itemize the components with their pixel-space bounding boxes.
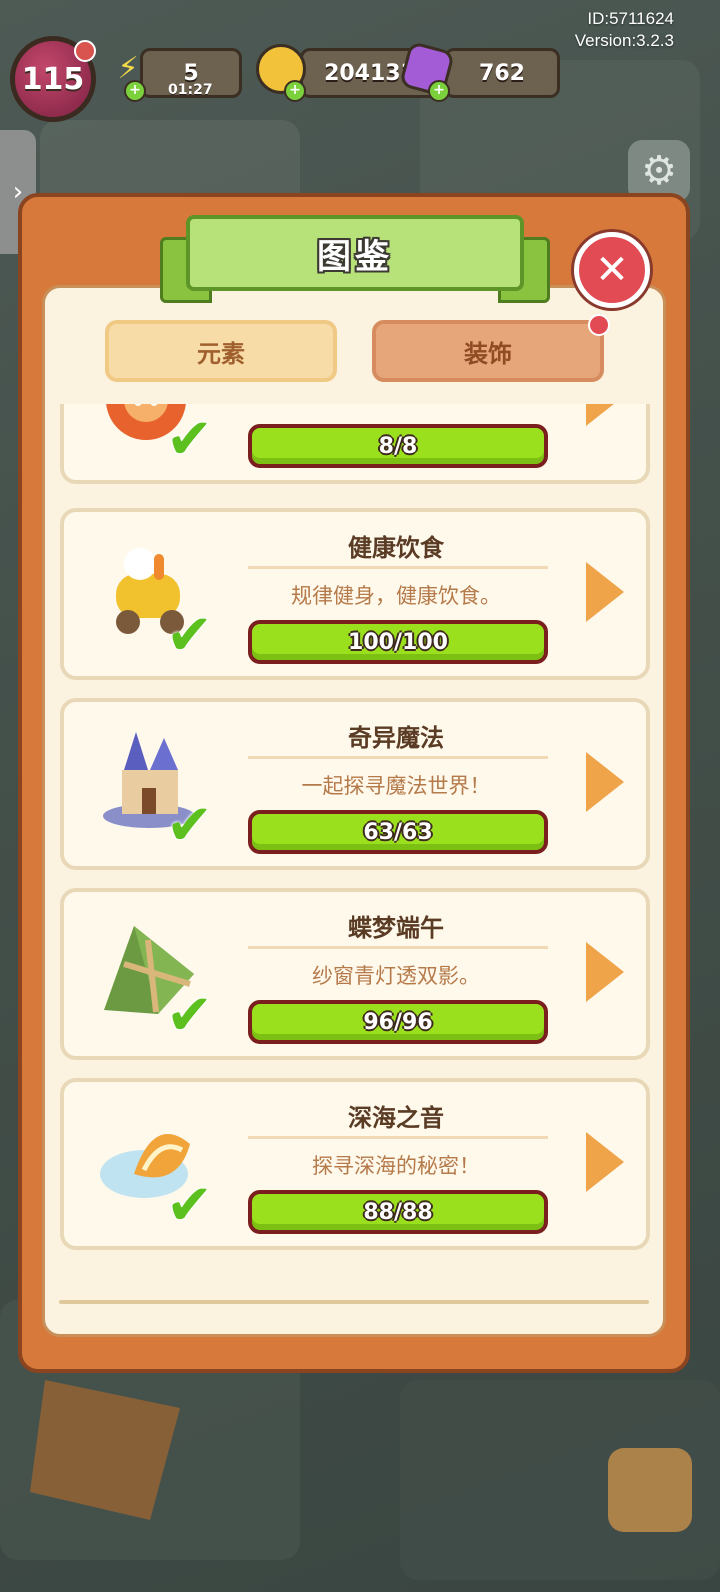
item-title: 深海之音 [348, 1104, 444, 1132]
completed-check-icon: ✔ [166, 793, 213, 858]
progress-bar: 8/8 [248, 424, 548, 468]
arrow-right-icon[interactable] [586, 404, 624, 426]
tab-elements[interactable]: 元素 [105, 320, 337, 382]
gem-counter[interactable]: 762 [444, 48, 560, 98]
energy-timer: 01:27 [168, 82, 213, 98]
arrow-right-icon[interactable] [586, 942, 624, 1002]
close-button[interactable]: ✕ [574, 232, 650, 308]
tab-notification-dot [588, 314, 610, 336]
version-label: Version:3.2.3 [574, 31, 674, 50]
title-banner: 图鉴 [160, 215, 550, 303]
add-coins-icon[interactable]: + [284, 80, 306, 102]
arrow-right-icon[interactable] [586, 562, 624, 622]
add-energy-icon[interactable]: + [124, 80, 146, 102]
progress-text: 100/100 [348, 629, 448, 655]
level-value: 115 [21, 61, 85, 97]
gem-value: 762 [479, 60, 525, 86]
progress-bar: 88/88 [248, 1190, 548, 1234]
tab-elements-label: 元素 [197, 339, 245, 368]
modal-title: 图鉴 [317, 236, 393, 277]
title-divider [248, 756, 548, 759]
progress-bar: 100/100 [248, 620, 548, 664]
tab-decorations-label: 装饰 [464, 339, 512, 368]
notification-dot [74, 40, 96, 62]
completed-check-icon: ✔ [166, 603, 213, 668]
top-hud: 115 5 ⚡ + 01:27 204133 + 762 + ID:571162… [0, 0, 720, 122]
arrow-right-icon[interactable] [586, 752, 624, 812]
list-item[interactable]: ✔ 8/8 [60, 404, 650, 484]
item-title: 健康饮食 [348, 534, 444, 562]
list-item[interactable]: ✔ 蝶梦端午 纱窗青灯透双影。 96/96 [60, 888, 650, 1060]
title-divider [248, 1136, 548, 1139]
title-divider [248, 946, 548, 949]
item-title: 蝶梦端午 [348, 914, 444, 942]
completed-check-icon: ✔ [166, 1173, 213, 1238]
item-description: 探寻深海的秘密！ [312, 1154, 480, 1178]
progress-text: 96/96 [363, 1009, 433, 1035]
item-description: 纱窗青灯透双影。 [312, 964, 480, 988]
completed-check-icon: ✔ [166, 983, 213, 1048]
panel-divider [59, 1300, 649, 1304]
progress-bar: 63/63 [248, 810, 548, 854]
title-divider [248, 566, 548, 569]
player-id: ID:5711624 [587, 9, 674, 28]
completed-check-icon: ✔ [166, 407, 213, 472]
item-description: 一起探寻魔法世界！ [301, 774, 491, 798]
banner-plate: 图鉴 [186, 215, 524, 291]
list-item[interactable]: ✔ 奇异魔法 一起探寻魔法世界！ 63/63 [60, 698, 650, 870]
ghost-helper-button[interactable] [608, 1448, 692, 1532]
close-icon: ✕ [595, 247, 629, 293]
progress-text: 63/63 [363, 819, 433, 845]
collection-list[interactable]: ✔ 8/8 ✔ 健康饮食 规律健身，健康饮食。 100/100 ✔ 奇异魔法 一… [40, 404, 672, 1294]
tab-decorations[interactable]: 装饰 [372, 320, 604, 382]
arrow-right-icon[interactable] [586, 1132, 624, 1192]
progress-text: 8/8 [378, 433, 418, 459]
item-description: 规律健身，健康饮食。 [291, 584, 501, 608]
progress-text: 88/88 [363, 1199, 433, 1225]
add-gems-icon[interactable]: + [428, 80, 450, 102]
item-title: 奇异魔法 [348, 724, 444, 752]
progress-bar: 96/96 [248, 1000, 548, 1044]
list-item[interactable]: ✔ 健康饮食 规律健身，健康饮食。 100/100 [60, 508, 650, 680]
build-info: ID:5711624 Version:3.2.3 [575, 8, 674, 52]
list-item[interactable]: ✔ 深海之音 探寻深海的秘密！ 88/88 [60, 1078, 650, 1250]
